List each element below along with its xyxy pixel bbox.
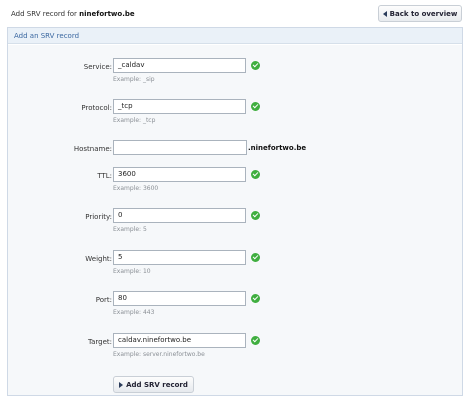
add-srv-record-button[interactable]: Add SRV record [113,376,194,393]
protocol-label: Protocol: [81,104,112,112]
submit-button-label: Add SRV record [126,380,188,389]
target-input[interactable]: caldav.ninefortwo.be [113,333,246,348]
page-header: Add SRV record for ninefortwo.be Back to… [0,0,474,26]
weight-input[interactable]: 5 [113,250,246,265]
port-example: Example: 443 [113,309,155,316]
protocol-example: Example: _tcp [113,117,156,124]
check-icon [251,211,260,220]
priority-input[interactable]: 0 [113,208,246,223]
page-title-prefix: Add SRV record for [11,10,80,18]
target-example: Example: server.ninefortwo.be [113,351,205,358]
check-icon [251,253,260,262]
weight-label: Weight: [85,255,112,263]
priority-label: Priority: [85,213,112,221]
srv-form-panel: Add an SRV record Service: _caldav Examp… [7,27,463,396]
hostname-label: Hostname: [73,145,112,153]
check-icon [251,294,260,303]
port-label: Port: [95,296,112,304]
arrow-right-icon [119,381,124,388]
panel-title: Add an SRV record [8,28,462,44]
priority-example: Example: 5 [113,226,147,233]
service-example: Example: _sip [113,76,155,83]
form-body: Service: _caldav Example: _sip Protocol:… [8,45,462,395]
hostname-suffix: .ninefortwo.be [248,144,307,152]
check-icon [251,170,260,179]
back-button-label: Back to overview [389,9,458,18]
back-to-overview-button[interactable]: Back to overview [378,5,462,22]
hostname-input[interactable] [113,140,247,155]
ttl-example: Example: 3600 [113,185,159,192]
check-icon [251,61,260,70]
ttl-label: TTL: [97,172,112,180]
check-icon [251,336,260,345]
weight-example: Example: 10 [113,268,151,275]
target-label: Target: [87,338,112,346]
check-icon [251,102,260,111]
ttl-input[interactable]: 3600 [113,167,246,182]
arrow-left-icon [382,10,387,17]
protocol-input[interactable]: _tcp [113,99,246,114]
service-input[interactable]: _caldav [113,58,246,73]
service-label: Service: [83,63,112,71]
page-title: Add SRV record for ninefortwo.be [11,10,135,18]
port-input[interactable]: 80 [113,291,246,306]
page-title-domain: ninefortwo.be [79,10,135,18]
